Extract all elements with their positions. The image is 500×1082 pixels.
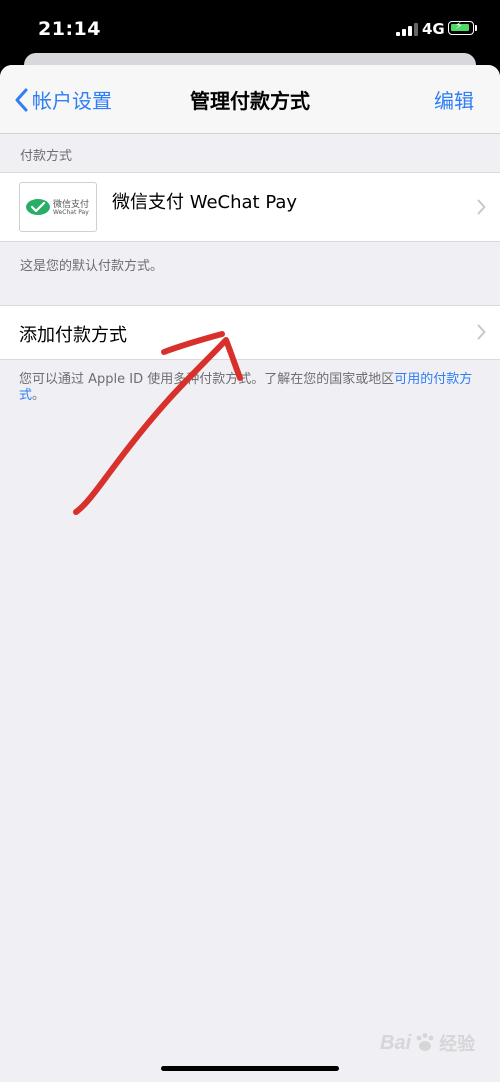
add-payment-method-row[interactable]: 添加付款方式 — [0, 305, 500, 360]
edit-button[interactable]: 编辑 — [434, 85, 474, 114]
chevron-right-icon — [477, 199, 486, 215]
payment-method-label: 微信支付 WeChat Pay — [112, 192, 298, 213]
footnote-end: 。 — [32, 388, 46, 403]
signal-icon — [396, 22, 418, 36]
network-type: 4G — [422, 20, 445, 38]
logo-text-english: WeChat Pay — [53, 209, 89, 216]
payment-info-footnote: 您可以通过 Apple ID 使用多种付款方式。了解在您的国家或地区可用的付款方… — [19, 372, 481, 404]
navigation-bar: 帐户设置 管理付款方式 编辑 — [0, 65, 500, 134]
home-indicator — [161, 1066, 339, 1071]
payment-method-row[interactable]: 微信支付 WeChat Pay 微信支付 WeChat Pay — [0, 172, 500, 242]
status-bar: 21:14 4G ⚡ — [0, 0, 500, 58]
chevron-right-icon — [477, 324, 486, 340]
status-time: 21:14 — [38, 18, 101, 40]
default-payment-note: 这是您的默认付款方式。 — [20, 259, 164, 274]
watermark-du: 经验 — [439, 1034, 476, 1054]
section-header-payment: 付款方式 — [20, 149, 73, 164]
baidu-watermark: Bai 经验 — [380, 1030, 475, 1056]
page-title: 管理付款方式 — [190, 89, 310, 113]
payment-sheet: 帐户设置 管理付款方式 编辑 付款方式 微信支付 WeChat Pay 微信支付… — [0, 65, 500, 1082]
wechat-pay-logo: 微信支付 WeChat Pay — [19, 182, 97, 232]
wechat-icon — [26, 199, 50, 215]
paw-icon — [416, 1033, 434, 1051]
battery-tip — [475, 25, 477, 31]
watermark-bai: Bai — [380, 1031, 412, 1054]
add-payment-method-label: 添加付款方式 — [19, 325, 127, 346]
battery-icon: ⚡ — [448, 19, 474, 35]
footnote-text: 您可以通过 Apple ID 使用多种付款方式。了解在您的国家或地区 — [19, 372, 395, 387]
